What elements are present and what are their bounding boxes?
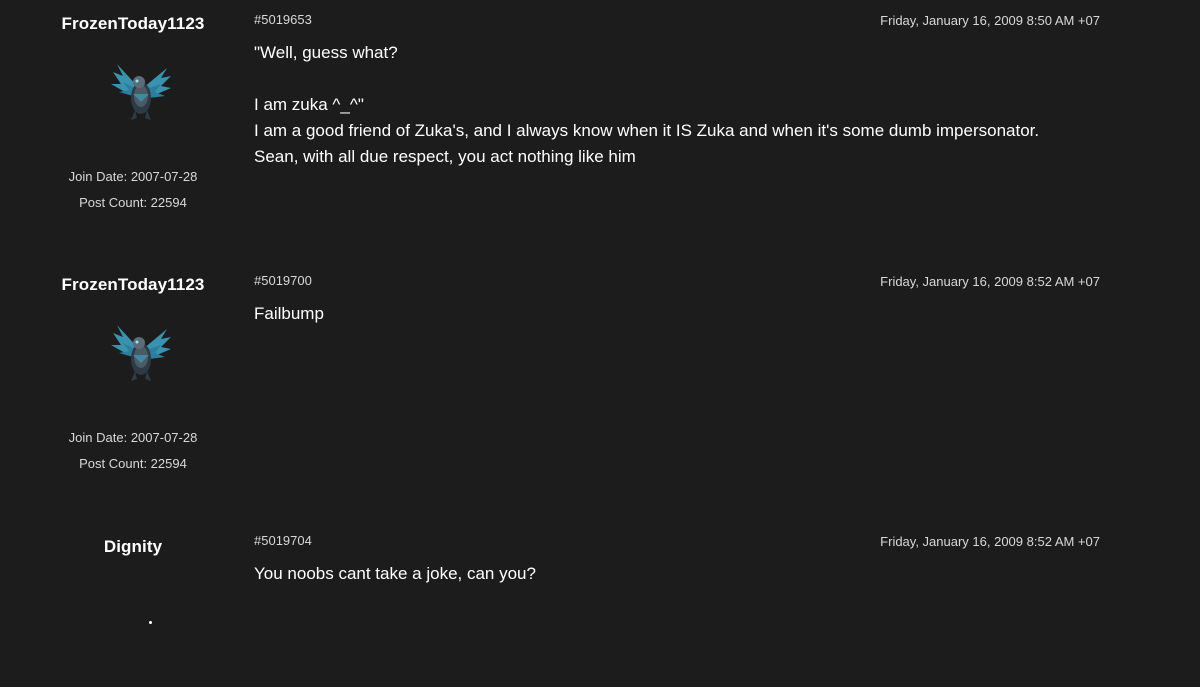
- post-id-link[interactable]: #5019704: [254, 533, 312, 548]
- forum-post: FrozenToday1123 Join Date: 2007-07-28 Po…: [0, 0, 1200, 261]
- author-username[interactable]: Dignity: [33, 537, 233, 557]
- author-join-date: Join Date: 2007-07-28: [68, 430, 198, 445]
- author-username[interactable]: FrozenToday1123: [33, 275, 233, 295]
- post-timestamp: Friday, January 16, 2009 8:50 AM +07: [880, 13, 1100, 28]
- forum-post: FrozenToday1123 Join Date: 2007-07-28 Po…: [0, 261, 1200, 521]
- post-body: Failbump: [254, 301, 1134, 327]
- forum-post: Dignity #5019704 Friday, January 16, 200…: [0, 521, 1200, 687]
- post-timestamp: Friday, January 16, 2009 8:52 AM +07: [880, 274, 1100, 289]
- post-body: You noobs cant take a joke, can you?: [254, 561, 1134, 587]
- dot-avatar-icon[interactable]: [149, 621, 152, 624]
- post-body-line: I am a good friend of Zuka's, and I alwa…: [254, 121, 1040, 140]
- author-post-count: Post Count: 22594: [79, 195, 187, 210]
- post-timestamp: Friday, January 16, 2009 8:52 AM +07: [880, 534, 1100, 549]
- post-body-line: You noobs cant take a joke, can you?: [254, 564, 536, 583]
- author-post-count: Post Count: 22594: [79, 456, 187, 471]
- post-id-link[interactable]: #5019700: [254, 273, 312, 288]
- author-join-date: Join Date: 2007-07-28: [68, 169, 198, 184]
- post-body-line: Sean, with all due respect, you act noth…: [254, 147, 636, 166]
- post-body-line: I am zuka ^_^": [254, 95, 364, 114]
- post-id-link[interactable]: #5019653: [254, 12, 312, 27]
- post-body: "Well, guess what? I am zuka ^_^" I am a…: [254, 40, 1134, 170]
- winged-armored-creature-icon[interactable]: [109, 58, 173, 124]
- author-username[interactable]: FrozenToday1123: [33, 14, 233, 34]
- post-body-line: [254, 66, 1134, 92]
- post-body-line: Failbump: [254, 304, 324, 323]
- post-body-line: "Well, guess what?: [254, 43, 398, 62]
- winged-armored-creature-icon[interactable]: [109, 319, 173, 385]
